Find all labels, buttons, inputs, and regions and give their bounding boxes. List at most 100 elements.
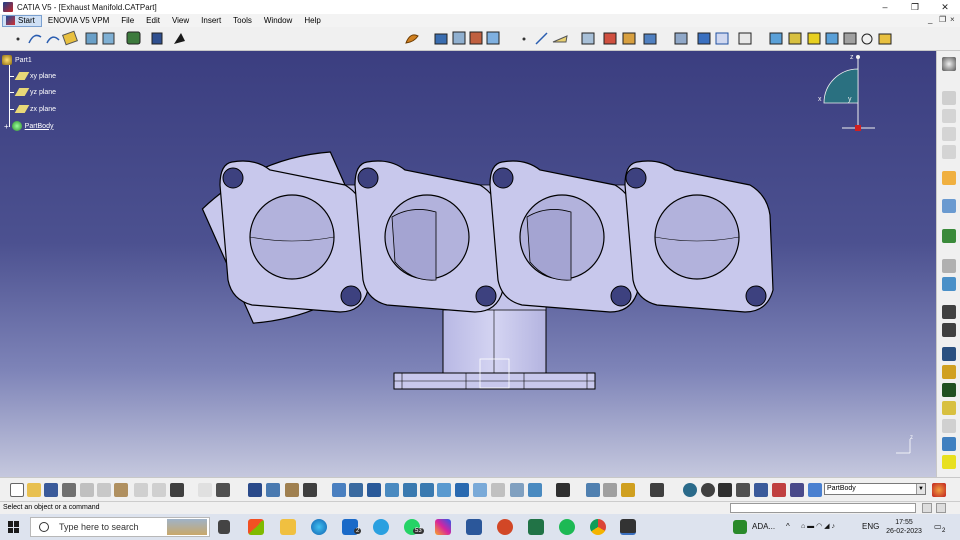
menu-insert[interactable]: Insert: [195, 14, 227, 27]
close-button[interactable]: ✕: [930, 0, 960, 14]
excel-icon[interactable]: [528, 519, 544, 535]
insert-body-icon[interactable]: [942, 229, 956, 243]
shaft-icon[interactable]: [942, 127, 956, 141]
boolean-icon[interactable]: [942, 277, 956, 291]
catia-taskbar-icon[interactable]: [620, 519, 636, 535]
fly-mode-icon[interactable]: [332, 483, 346, 497]
mdi-restore-button[interactable]: ❐: [939, 15, 946, 24]
wireframe-icon[interactable]: [603, 483, 617, 497]
whats-this-icon[interactable]: [170, 483, 184, 497]
draft-icon[interactable]: [942, 347, 956, 361]
shading-icon[interactable]: [491, 483, 505, 497]
chevron-up-icon[interactable]: ^: [786, 514, 790, 540]
file-explorer-icon[interactable]: [280, 519, 296, 535]
menu-help[interactable]: Help: [298, 14, 326, 27]
menu-tools[interactable]: Tools: [227, 14, 258, 27]
pan-icon[interactable]: [367, 483, 381, 497]
save-icon[interactable]: [44, 483, 58, 497]
print-icon[interactable]: [62, 483, 76, 497]
exhaust-manifold-model[interactable]: [0, 51, 936, 477]
constraint-icon[interactable]: [754, 483, 768, 497]
power-input-field[interactable]: [730, 503, 916, 513]
menu-enovia[interactable]: ENOVIA V5 VPM: [42, 14, 115, 27]
minimize-button[interactable]: –: [870, 0, 900, 14]
restore-button[interactable]: ❐: [900, 0, 930, 14]
measure-icon[interactable]: [942, 199, 956, 213]
redo-icon[interactable]: [152, 483, 166, 497]
copy-icon[interactable]: [97, 483, 111, 497]
thread-icon[interactable]: [942, 401, 956, 415]
language-indicator[interactable]: ENG: [862, 514, 879, 540]
notification-icon[interactable]: ▭: [934, 514, 942, 540]
tray-app-icon[interactable]: [733, 520, 747, 534]
word-icon[interactable]: [466, 519, 482, 535]
undo-icon[interactable]: [134, 483, 148, 497]
dimension-icon[interactable]: [736, 483, 750, 497]
cut-icon[interactable]: [80, 483, 94, 497]
paste-icon[interactable]: [114, 483, 128, 497]
mdi-minimize-button[interactable]: _: [928, 15, 932, 24]
3d-viewport[interactable]: Part1 xy plane yz plane zx plane + PartB…: [0, 51, 936, 477]
shell-icon[interactable]: [942, 365, 956, 379]
axis-system-icon[interactable]: [586, 483, 600, 497]
chamfer-icon[interactable]: [942, 323, 956, 337]
hide-show-icon[interactable]: [510, 483, 524, 497]
spotify-icon[interactable]: [559, 519, 575, 535]
status-button-2[interactable]: [936, 503, 946, 513]
menu-view[interactable]: View: [166, 14, 195, 27]
taskbar-clock[interactable]: 17:55 26-02-2023: [884, 518, 924, 536]
select-arrow-icon[interactable]: [942, 171, 956, 185]
task-view-icon[interactable]: [218, 520, 230, 534]
zoom-out-icon[interactable]: [420, 483, 434, 497]
swap-visible-space-icon[interactable]: [528, 483, 542, 497]
pocket-icon[interactable]: [942, 109, 956, 123]
measure-inertia-icon[interactable]: [718, 483, 732, 497]
measure-item-icon[interactable]: [701, 483, 715, 497]
rotate-icon[interactable]: [385, 483, 399, 497]
transform-icon[interactable]: [942, 259, 956, 273]
status-button-1[interactable]: [922, 503, 932, 513]
windows-start-icon[interactable]: [8, 521, 20, 533]
multi-view-icon[interactable]: [455, 483, 469, 497]
current-body-select[interactable]: PartBody ▼: [824, 483, 926, 495]
menu-edit[interactable]: Edit: [140, 14, 166, 27]
fit-all-icon[interactable]: [349, 483, 363, 497]
scan-icon[interactable]: [772, 483, 786, 497]
catalog-icon[interactable]: [285, 483, 299, 497]
widgets-icon[interactable]: [248, 519, 264, 535]
macro-icon[interactable]: [303, 483, 317, 497]
menu-file[interactable]: File: [115, 14, 140, 27]
fillet-icon[interactable]: [942, 305, 956, 319]
update-icon[interactable]: [556, 483, 570, 497]
tray-label[interactable]: ADA...: [752, 514, 775, 540]
normal-view-icon[interactable]: [437, 483, 451, 497]
new-file-icon[interactable]: [10, 483, 24, 497]
define-in-work-object-icon[interactable]: [790, 483, 804, 497]
instagram-icon[interactable]: [435, 519, 451, 535]
iso-view-icon[interactable]: [473, 483, 487, 497]
pad-icon[interactable]: [942, 91, 956, 105]
groove-icon[interactable]: [942, 145, 956, 159]
zoom-in-icon[interactable]: [403, 483, 417, 497]
tray-icons[interactable]: ⌂ ▬ ◠ ◢ ♪: [801, 514, 835, 540]
lock-icon[interactable]: [621, 483, 635, 497]
menu-window[interactable]: Window: [258, 14, 298, 27]
knowledge-icon[interactable]: [216, 483, 230, 497]
thickness-icon[interactable]: [942, 383, 956, 397]
chrome-icon[interactable]: [590, 519, 606, 535]
tree-expand-icon[interactable]: [266, 483, 280, 497]
body-selector-icon[interactable]: [808, 483, 822, 497]
measure-between-icon[interactable]: [683, 483, 697, 497]
formula-icon[interactable]: [198, 483, 212, 497]
remove-face-icon[interactable]: [942, 419, 956, 433]
edge-icon[interactable]: [311, 519, 327, 535]
mdi-close-button[interactable]: ×: [950, 15, 955, 24]
open-folder-icon[interactable]: [27, 483, 41, 497]
table-icon[interactable]: [248, 483, 262, 497]
sketcher-icon[interactable]: [942, 57, 956, 71]
telegram-icon[interactable]: [373, 519, 389, 535]
powerpoint-icon[interactable]: [497, 519, 513, 535]
taskbar-search-box[interactable]: Type here to search: [30, 517, 210, 537]
analysis-icon[interactable]: [942, 455, 956, 469]
menu-start[interactable]: Start: [2, 14, 42, 27]
